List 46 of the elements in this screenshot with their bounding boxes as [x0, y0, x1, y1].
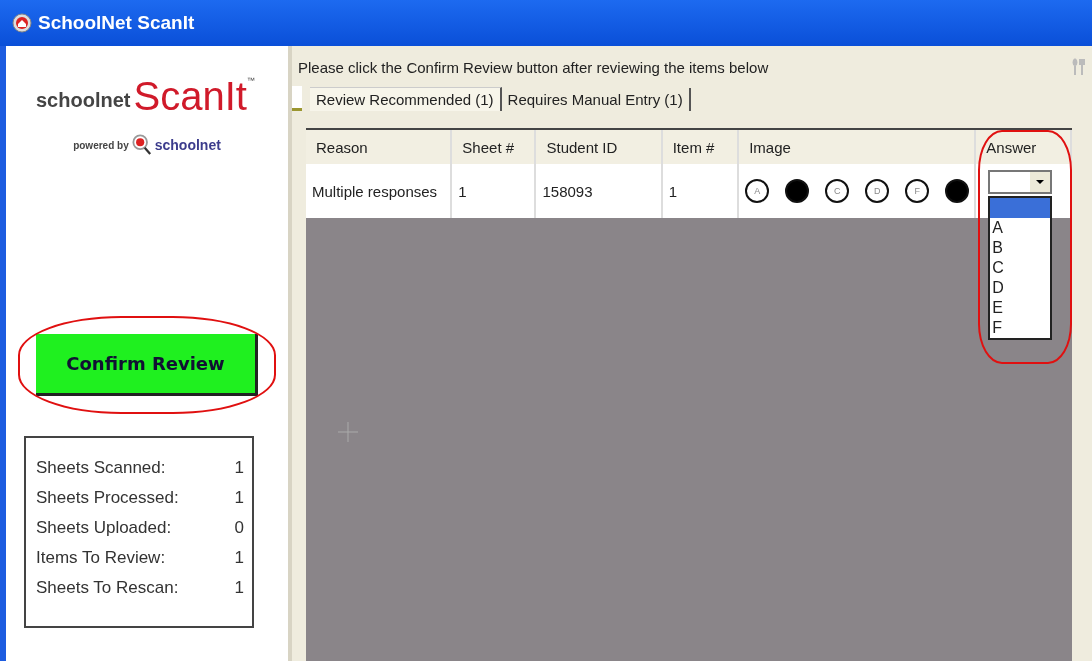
table-cell: Multiple responses [306, 164, 452, 218]
column-header: Item # [661, 130, 739, 164]
stat-value: 1 [234, 458, 244, 478]
tab[interactable]: Requires Manual Entry (1) [501, 88, 691, 111]
window-title: SchoolNet ScanIt [38, 12, 195, 34]
magnifier-icon [131, 134, 152, 156]
column-header: Sheet # [451, 130, 536, 164]
dropdown-option[interactable]: E [990, 298, 1051, 318]
dropdown-option[interactable]: C [990, 258, 1051, 278]
brand-text: schoolnet [36, 89, 131, 113]
table-cell: 1 [451, 164, 536, 218]
stat-label: Sheets To Rescan: [36, 578, 179, 598]
column-header: Image [738, 130, 976, 164]
confirm-review-button[interactable]: Confirm Review [36, 334, 258, 396]
powered-brand-text: schoolnet [154, 137, 221, 153]
bubble: F [905, 179, 930, 203]
bubble: C [825, 179, 850, 203]
dropdown-option[interactable]: F [990, 318, 1051, 338]
dropdown-button[interactable] [1030, 172, 1051, 192]
caret-icon [1036, 180, 1045, 184]
table-cell: 158093 [535, 164, 662, 218]
stat-label: Items To Review: [36, 548, 166, 568]
stat-label: Sheets Processed: [36, 488, 179, 508]
bubble: A [745, 179, 770, 203]
app-logo-icon [12, 13, 32, 33]
answer-dropdown[interactable] [988, 170, 1053, 194]
stat-label: Sheets Scanned: [36, 458, 166, 478]
dropdown-option[interactable]: A [990, 218, 1051, 238]
column-header: Answer [975, 130, 1071, 164]
powered-by-text: powered by [73, 139, 129, 151]
trademark-text: ™ [246, 76, 255, 85]
tab[interactable]: Review Recommended (1) [310, 87, 502, 111]
instruction-text: Please click the Confirm Review button after reviewing the items below [298, 58, 769, 76]
dropdown-option[interactable]: D [990, 278, 1051, 298]
product-text: ScanIt [133, 76, 247, 116]
table-cell: 1 [661, 164, 739, 218]
stat-value: 1 [234, 578, 244, 598]
column-header: Reason [306, 130, 452, 164]
dropdown-option[interactable]: B [990, 238, 1051, 258]
stat-label: Sheets Uploaded: [36, 518, 172, 538]
stat-value: 1 [234, 488, 244, 508]
crosshair-icon [338, 422, 358, 442]
column-header: Student ID [535, 130, 662, 164]
stat-value: 0 [234, 518, 244, 538]
stat-value: 1 [234, 548, 244, 568]
bubble: D [865, 179, 890, 203]
